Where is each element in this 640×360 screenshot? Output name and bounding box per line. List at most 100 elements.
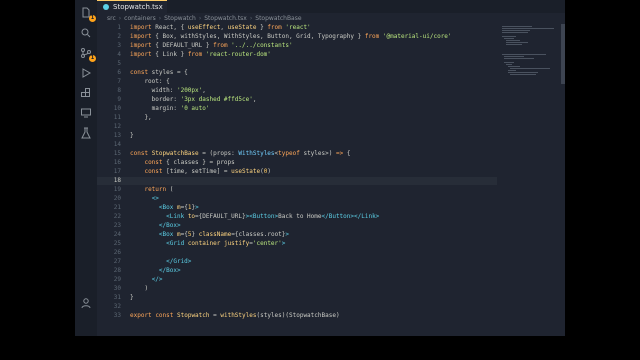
chevron-right-icon: › <box>158 14 162 22</box>
code-line[interactable]: 2 import { Box, withStyles, WithStyles, B… <box>97 33 497 41</box>
remote-explorer-icon[interactable] <box>79 106 93 120</box>
code-text: </Box> <box>130 222 181 230</box>
code-token: border: <box>130 96 181 103</box>
code-line[interactable]: 31} <box>97 294 497 302</box>
code-line[interactable]: 25 <Grid container justify='center'> <box>97 240 497 248</box>
code-line[interactable]: 32 <box>97 303 497 311</box>
code-token: const <box>130 69 149 76</box>
line-number: 15 <box>113 150 121 157</box>
line-number: 5 <box>117 60 121 67</box>
line-number: 7 <box>117 78 121 85</box>
breadcrumb-item[interactable]: containers <box>124 15 156 22</box>
code-line[interactable]: 30 ) <box>97 285 497 293</box>
code-line[interactable]: 3 import { DEFAULT_URL } from '../../cons… <box>97 42 497 50</box>
code-token: withStyles <box>220 312 257 319</box>
code-line[interactable]: 16 const { classes } = props <box>97 159 497 167</box>
code-line[interactable]: 8 width: '200px', <box>97 87 497 95</box>
code-line[interactable]: 4 import { Link } from 'react-router-dom' <box>97 51 497 59</box>
code-line[interactable]: 6 const styles = { <box>97 69 497 77</box>
line-number: 3 <box>117 42 121 49</box>
testing-icon[interactable] <box>79 126 93 140</box>
code-line[interactable]: 19 return ( <box>97 186 497 194</box>
code-text: const styles = { <box>130 69 188 77</box>
code-editor[interactable]: 1 import React, { useEffect, useState } f… <box>97 24 497 324</box>
code-token: return <box>144 186 167 193</box>
code-line[interactable]: 10 margin: '0 auto' <box>97 105 497 113</box>
line-number: 28 <box>113 267 121 274</box>
code-token: className <box>198 231 232 238</box>
search-icon[interactable] <box>79 26 93 40</box>
minimap[interactable] <box>500 24 560 84</box>
code-line[interactable]: 26 <box>97 249 497 257</box>
code-line[interactable]: 24 <Box m={5} className={classes.root}> <box>97 231 497 239</box>
code-line[interactable]: 20 <> <box>97 195 497 203</box>
code-line[interactable]: 1 import React, { useEffect, useState } f… <box>97 24 497 32</box>
code-line[interactable]: 14 <box>97 141 497 149</box>
run-debug-icon[interactable] <box>79 66 93 80</box>
code-line[interactable]: 13} <box>97 132 497 140</box>
react-file-icon <box>103 4 109 10</box>
source-control-badge: 1 <box>89 55 96 62</box>
code-text: import { Box, withStyles, WithStyles, Bu… <box>130 33 452 41</box>
code-line[interactable]: 27 </Grid> <box>97 258 497 266</box>
code-token: '0 auto' <box>180 105 210 112</box>
code-line[interactable]: 29 </> <box>97 276 497 284</box>
line-number: 16 <box>113 159 121 166</box>
code-token: > <box>195 204 199 211</box>
code-text: import { DEFAULT_URL } from '../../const… <box>130 42 293 50</box>
chevron-right-icon: › <box>118 14 122 22</box>
code-token: ={ <box>180 204 188 211</box>
code-line[interactable]: 7 root: { <box>97 78 497 86</box>
code-text: import { Link } from 'react-router-dom' <box>130 51 271 59</box>
code-line[interactable]: 21 <Box m={1}> <box>97 204 497 212</box>
code-text: </Box> <box>130 267 181 275</box>
code-token: { Link } <box>151 51 188 58</box>
accounts-icon[interactable] <box>79 296 93 310</box>
source-control-icon[interactable]: 1 <box>79 46 96 62</box>
code-token: </Button></Link> <box>321 213 380 220</box>
code-token: width: <box>130 87 177 94</box>
code-line[interactable]: 22 <Link to={DEFAULT_URL}><Button>Back t… <box>97 213 497 221</box>
code-line[interactable]: 28 </Box> <box>97 267 497 275</box>
scroll-thumb[interactable] <box>561 24 565 84</box>
line-number: 1 <box>117 24 121 31</box>
code-text: width: '200px', <box>130 87 206 95</box>
code-token: useState <box>231 168 261 175</box>
code-line[interactable]: 9 border: '3px dashed #ffd5ce', <box>97 96 497 104</box>
code-token: const <box>130 150 149 157</box>
code-line[interactable]: 11 }, <box>97 114 497 122</box>
code-line[interactable]: 5 <box>97 60 497 68</box>
breadcrumb-item[interactable]: StopwatchBase <box>255 15 301 22</box>
files-icon[interactable]: 1 <box>79 6 96 22</box>
code-token: { Box, withStyles, WithStyles, Button, G… <box>151 33 365 40</box>
code-line[interactable]: 18 <box>97 177 497 185</box>
line-number: 12 <box>113 123 121 130</box>
tab-stopwatch[interactable]: Stopwatch.tsx <box>97 0 167 13</box>
code-text: </Grid> <box>130 258 191 266</box>
files-badge: 1 <box>89 15 96 22</box>
line-number: 20 <box>113 195 121 202</box>
breadcrumb-item[interactable]: Stopwatch <box>164 15 196 22</box>
code-token: const <box>144 168 163 175</box>
code-line[interactable]: 15 const StopwatchBase = (props: WithStyl… <box>97 150 497 158</box>
breadcrumb-item[interactable]: Stopwatch.tsx <box>204 15 247 22</box>
code-line[interactable]: 23 </Box> <box>97 222 497 230</box>
extensions-icon[interactable] <box>79 86 93 100</box>
code-token: justify <box>223 240 250 247</box>
code-token: useState <box>227 24 257 31</box>
code-token: import <box>130 24 152 31</box>
code-line[interactable]: 33 export const Stopwatch = withStyles(st… <box>97 312 497 320</box>
code-token: { classes } = props <box>162 159 235 166</box>
code-line[interactable]: 17 const [time, setTime] = useState(0) <box>97 168 497 176</box>
code-text: import React, { useEffect, useState } fr… <box>130 24 311 32</box>
vertical-scrollbar[interactable] <box>561 24 565 324</box>
code-line[interactable]: 12 <box>97 123 497 131</box>
line-number: 30 <box>113 285 121 292</box>
code-text: const [time, setTime] = useState(0) <box>130 168 270 176</box>
breadcrumb-item[interactable]: src <box>107 15 116 22</box>
code-token: } <box>191 231 199 238</box>
activity-bar: 1 1 <box>75 0 97 336</box>
